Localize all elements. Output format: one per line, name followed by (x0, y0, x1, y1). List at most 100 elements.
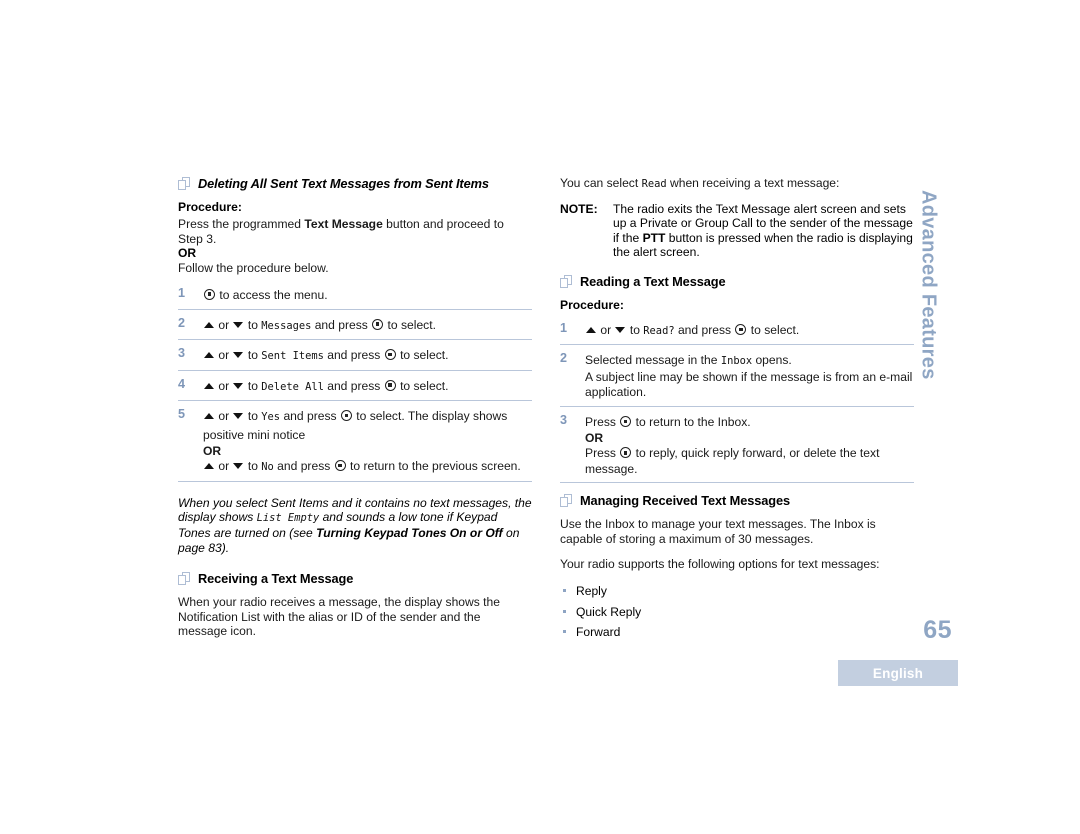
note-label: NOTE: (560, 201, 598, 216)
list-item-label: Forward (576, 625, 621, 640)
step-number: 4 (178, 376, 186, 391)
bullet-square-icon (563, 630, 566, 634)
step-text-part: to select. (384, 317, 436, 332)
step-text: Press to return to the Inbox. OR Press t… (585, 415, 914, 478)
step-item: 1 to access the menu. (178, 286, 532, 310)
list-item: Forward (560, 622, 914, 643)
intro-part-2: when receiving a text message: (666, 176, 840, 190)
step-text-part: and press (311, 317, 372, 332)
down-arrow-icon (233, 321, 244, 328)
step-text-part: and press (280, 409, 340, 424)
menu-button-icon (620, 447, 632, 459)
step-text-part: and press (323, 378, 384, 393)
section-heading-reading-text-message: Reading a Text Message (560, 274, 914, 289)
menu-button-icon (735, 323, 747, 335)
step-text: or to Delete All and press to select. (203, 379, 448, 393)
down-arrow-icon (233, 413, 244, 420)
menu-button-icon (340, 410, 352, 422)
right-column: You can select Read when receiving a tex… (560, 176, 914, 643)
step-item: 5 or to Yes and press to select. The dis… (178, 407, 532, 482)
steps-list-reading: 1 or to Read? and press to select. 2 Sel… (560, 321, 914, 484)
lcd-text: Read (641, 178, 667, 190)
list-item: Reply (560, 581, 914, 602)
step-text-part: and press (674, 322, 735, 337)
step-text-part: to (244, 459, 262, 474)
step-number: 2 (560, 351, 568, 366)
lcd-text: Inbox (720, 355, 753, 368)
procedure-label: Procedure: (560, 297, 624, 312)
step-text-part: Selected message in the (585, 353, 721, 368)
follow-procedure-text: Follow the procedure below. (178, 261, 329, 276)
step-text-part: to (626, 322, 644, 337)
step-text-part: to select. (396, 378, 449, 393)
step-text-part: to select. (396, 348, 449, 363)
section-heading-label: Reading a Text Message (580, 273, 726, 289)
step-number: 3 (560, 412, 568, 427)
step-number: 1 (178, 285, 186, 300)
lcd-text: Delete All (261, 380, 324, 393)
pages-icon (178, 177, 191, 191)
section-heading-label: Deleting All Sent Text Messages from Sen… (198, 176, 489, 191)
up-arrow-icon (586, 326, 596, 333)
step-text-part: to return to the Inbox. (632, 414, 751, 429)
step-number: 1 (560, 320, 568, 335)
step-text: or to Read? and press to select. (585, 323, 799, 337)
menu-button-icon (620, 415, 632, 427)
pages-icon (178, 572, 191, 586)
section-heading-label: Managing Received Text Messages (580, 493, 791, 509)
step-item: 2 Selected message in the Inbox opens. A… (560, 351, 914, 407)
page-number: 65 (923, 616, 952, 644)
read-option-intro: You can select Read when receiving a tex… (560, 176, 914, 192)
or-label-1: OR (178, 246, 197, 261)
up-arrow-icon (204, 321, 214, 328)
step-number: 5 (178, 407, 186, 422)
step-alt-text: or to No and press to return to the prev… (203, 459, 532, 476)
step-item: 1 or to Read? and press to select. (560, 321, 914, 346)
step-text-part: to select. (747, 322, 800, 337)
italic-note-sent-items: When you select Sent Items and it contai… (178, 496, 532, 555)
or-word: or (215, 409, 233, 424)
step-text-part: Press (585, 414, 620, 429)
procedure-intro: Press the programmed Text Message button… (178, 217, 532, 246)
up-arrow-icon (204, 382, 214, 389)
step-text-part: to access the menu. (216, 287, 328, 302)
or-word: or (215, 378, 233, 393)
up-arrow-icon (204, 352, 214, 359)
or-label-3: OR (585, 430, 604, 445)
step-alt-text: Press to reply, quick reply forward, or … (585, 446, 914, 477)
bullet-square-icon (563, 609, 566, 613)
list-item: Quick Reply (560, 602, 914, 623)
menu-button-icon (384, 379, 396, 391)
lcd-text: Yes (261, 411, 281, 424)
step-text: or to Sent Items and press to select. (203, 348, 448, 362)
menu-button-icon (384, 349, 396, 361)
lcd-text: Read? (643, 324, 675, 337)
step-item: 2 or to Messages and press to select. (178, 316, 532, 341)
left-column: Deleting All Sent Text Messages from Sen… (178, 176, 532, 649)
down-arrow-icon (233, 382, 244, 389)
step-text-part: to (244, 317, 262, 332)
step-text: or to Yes and press to select. The displ… (203, 409, 532, 476)
manual-page: Deleting All Sent Text Messages from Sen… (0, 0, 1080, 834)
pages-icon (560, 274, 573, 289)
step-text-part: to (244, 348, 262, 363)
list-item-label: Reply (576, 584, 607, 599)
managing-body-1: Use the Inbox to manage your text messag… (560, 517, 876, 547)
section-heading-receiving-text-message: Receiving a Text Message (178, 571, 532, 586)
menu-button-icon (372, 318, 384, 330)
down-arrow-icon (233, 352, 244, 359)
step-text: or to Messages and press to select. (203, 318, 436, 332)
options-bullet-list: Reply Quick Reply Forward (560, 581, 914, 643)
step-text-part: and press (273, 459, 334, 474)
step-number: 2 (178, 315, 186, 330)
or-word: or (597, 322, 615, 337)
intro-text-before: Press the programmed (178, 217, 305, 231)
intro-part-1: You can select (560, 176, 642, 190)
or-word: or (215, 317, 233, 332)
or-word: or (215, 348, 233, 363)
note-block: NOTE: The radio exits the Text Message a… (560, 202, 914, 260)
step-item: 4 or to Delete All and press to select. (178, 377, 532, 402)
lcd-text: Sent Items (261, 350, 324, 363)
or-word: or (215, 459, 233, 474)
section-heading-deleting-all-sent: Deleting All Sent Text Messages from Sen… (178, 176, 532, 191)
